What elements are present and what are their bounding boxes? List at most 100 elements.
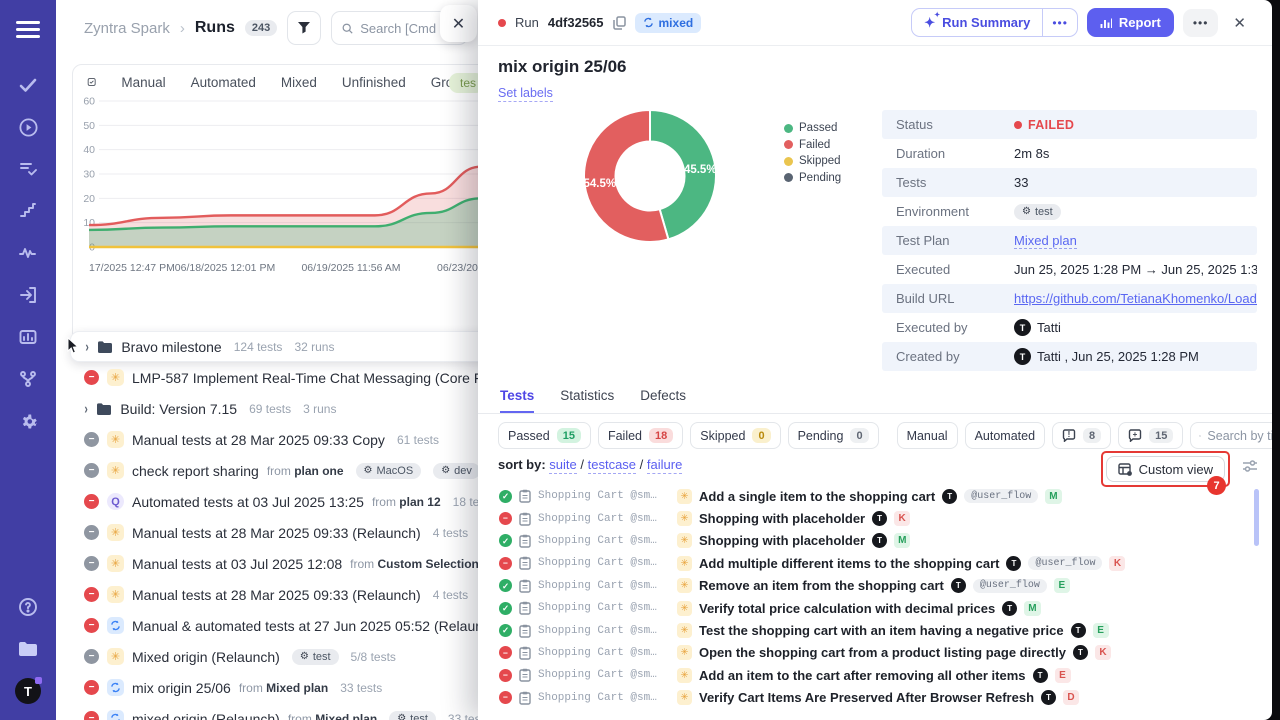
run-title[interactable]: Mixed origin (Relaunch) <box>132 649 280 665</box>
report-button[interactable]: Report <box>1087 8 1174 37</box>
view-settings-sliders-icon[interactable] <box>1242 459 1258 473</box>
runs-filter-tab-unfinished[interactable]: Unfinished <box>342 75 406 90</box>
milestones-steps-icon[interactable] <box>0 190 56 232</box>
test-row[interactable]: ✓Shopping Cart @sm…✳Shopping with placeh… <box>478 530 1272 552</box>
tab-statistics[interactable]: Statistics <box>560 388 614 413</box>
test-row[interactable]: −Shopping Cart @sm…✳Verify Cart Items Ar… <box>478 687 1272 709</box>
run-summary-more-button[interactable]: ••• <box>1042 9 1077 36</box>
breadcrumb-project[interactable]: Zyntra Spark <box>84 20 170 37</box>
test-row[interactable]: ✓Shopping Cart @sm…✳Verify total price c… <box>478 597 1272 619</box>
run-title[interactable]: mixed origin (Relaunch) <box>132 711 280 720</box>
chevron-right-icon[interactable]: › <box>84 400 87 417</box>
run-row[interactable]: −mixed origin (Relaunch)from Mixed plan⚙… <box>56 703 478 720</box>
test-row[interactable]: ✓Shopping Cart @sm…✳Remove an item from … <box>478 575 1272 597</box>
test-title[interactable]: Test the shopping cart with an item havi… <box>699 623 1064 638</box>
run-group-title[interactable]: Build: Version 7.15 <box>120 401 237 417</box>
menu-icon[interactable] <box>0 8 56 50</box>
test-title[interactable]: Shopping with placeholder <box>699 533 865 548</box>
custom-view-button[interactable]: Custom view <box>1106 456 1225 482</box>
tests-search-input[interactable] <box>1207 429 1272 443</box>
runs-filter-tab-manual[interactable]: Manual <box>121 75 165 90</box>
sign-in-icon[interactable] <box>0 274 56 316</box>
run-group-title[interactable]: Bravo milestone <box>121 339 221 355</box>
run-group-row[interactable]: ›Build: Version 7.1569 tests3 runs <box>56 393 478 424</box>
scrollbar-thumb[interactable] <box>1254 489 1259 546</box>
panel-close-button[interactable]: ✕ <box>440 5 477 42</box>
user-avatar[interactable]: T <box>15 678 41 704</box>
test-title[interactable]: Verify Cart Items Are Preserved After Br… <box>699 690 1034 705</box>
run-title[interactable]: Manual tests at 28 Mar 2025 09:33 Copy <box>132 432 385 448</box>
filter-automated-button[interactable]: Automated <box>965 422 1045 449</box>
env-filter-badge[interactable]: tes <box>449 73 478 93</box>
test-row[interactable]: ✓Shopping Cart @sm…✳Test the shopping ca… <box>478 619 1272 641</box>
run-title[interactable]: Manual tests at 03 Jul 2025 12:08 <box>132 556 342 572</box>
test-title[interactable]: Remove an item from the shopping cart <box>699 578 944 593</box>
run-title[interactable]: Manual & automated tests at 27 Jun 2025 … <box>132 618 478 634</box>
runs-play-icon[interactable] <box>0 106 56 148</box>
test-title[interactable]: Verify total price calculation with deci… <box>699 601 995 616</box>
testcases-check-icon[interactable] <box>0 64 56 106</box>
filter-comment-alert-button[interactable]: !8 <box>1052 422 1111 449</box>
test-row[interactable]: ✓Shopping Cart @sm…✳Add a single item to… <box>478 485 1272 507</box>
run-row[interactable]: −✳Mixed origin (Relaunch)⚙test5/8 tests <box>56 641 478 672</box>
filter-passed-button[interactable]: Passed15 <box>498 422 591 449</box>
help-icon[interactable] <box>0 586 56 628</box>
test-row[interactable]: −Shopping Cart @sm…✳Add an item to the c… <box>478 664 1272 686</box>
pulse-activity-icon[interactable] <box>0 232 56 274</box>
git-fork-icon[interactable] <box>0 358 56 400</box>
projects-folder-icon[interactable] <box>0 628 56 670</box>
run-group-row[interactable]: ›Bravo milestone124 tests32 runs <box>70 331 478 362</box>
list-check-icon[interactable] <box>0 148 56 190</box>
run-title[interactable]: check report sharing <box>132 463 259 479</box>
filter-pending-button[interactable]: Pending0 <box>788 422 879 449</box>
tests-search[interactable] <box>1190 422 1272 449</box>
test-title[interactable]: Add a single item to the shopping cart <box>699 489 935 504</box>
analytics-icon[interactable] <box>0 316 56 358</box>
run-row[interactable]: −✳check report sharingfrom plan one⚙MacO… <box>56 455 478 486</box>
tab-defects[interactable]: Defects <box>640 388 686 413</box>
tab-tests[interactable]: Tests <box>500 388 534 413</box>
test-row[interactable]: −Shopping Cart @sm…✳Open the shopping ca… <box>478 642 1272 664</box>
test-title[interactable]: Shopping with placeholder <box>699 511 865 526</box>
run-title[interactable]: mix origin 25/06 <box>132 680 231 696</box>
run-title[interactable]: Manual tests at 28 Mar 2025 09:33 (Relau… <box>132 587 421 603</box>
run-row[interactable]: −mix origin 25/06from Mixed plan33 tests <box>56 672 478 703</box>
sort-link-failure[interactable]: failure <box>647 457 682 474</box>
run-summary-button[interactable]: ✦✦ Run Summary <box>912 9 1042 36</box>
sort-link-suite[interactable]: suite <box>549 457 576 474</box>
run-row[interactable]: −✳Manual tests at 28 Mar 2025 09:33 Copy… <box>56 424 478 455</box>
drawer-close-button[interactable]: ✕ <box>1227 10 1252 36</box>
more-actions-button[interactable]: ••• <box>1183 9 1219 37</box>
run-row[interactable]: −Manual & automated tests at 27 Jun 2025… <box>56 610 478 641</box>
manual-test-icon: ✳ <box>677 645 692 660</box>
test-row[interactable]: −Shopping Cart @sm…✳Add multiple differe… <box>478 552 1272 574</box>
sort-link-testcase[interactable]: testcase <box>588 457 636 474</box>
detail-link[interactable]: Mixed plan <box>1014 233 1077 249</box>
test-title[interactable]: Add an item to the cart after removing a… <box>699 668 1026 683</box>
copy-run-id-button[interactable] <box>613 16 626 30</box>
run-title[interactable]: LMP-587 Implement Real-Time Chat Messagi… <box>132 370 478 386</box>
set-labels-link[interactable]: Set labels <box>498 86 553 102</box>
test-title[interactable]: Add multiple different items to the shop… <box>699 556 999 571</box>
settings-gear-icon[interactable] <box>0 400 56 442</box>
test-title[interactable]: Open the shopping cart from a product li… <box>699 645 1066 660</box>
run-title[interactable]: Automated tests at 03 Jul 2025 13:25 <box>132 494 364 510</box>
run-type-mixed-icon <box>107 679 124 696</box>
filter-comment-plus-button[interactable]: +15 <box>1118 422 1183 449</box>
runs-filter-tab-automated[interactable]: Automated <box>191 75 256 90</box>
run-row[interactable]: −✳Manual tests at 03 Jul 2025 12:08from … <box>56 548 478 579</box>
run-row[interactable]: −QAutomated tests at 03 Jul 2025 13:25fr… <box>56 486 478 517</box>
filter-button[interactable] <box>287 11 321 45</box>
run-row[interactable]: −✳Manual tests at 28 Mar 2025 09:33 (Rel… <box>56 517 478 548</box>
run-row[interactable]: −✳LMP-587 Implement Real-Time Chat Messa… <box>56 362 478 393</box>
select-all-icon[interactable] <box>87 74 96 90</box>
chevron-right-icon[interactable]: › <box>85 338 88 355</box>
run-title[interactable]: Manual tests at 28 Mar 2025 09:33 (Relau… <box>132 525 421 541</box>
filter-manual-button[interactable]: Manual <box>897 422 958 449</box>
run-row[interactable]: −✳Manual tests at 28 Mar 2025 09:33 (Rel… <box>56 579 478 610</box>
detail-link[interactable]: https://github.com/TetianaKhomenko/Load-… <box>1014 291 1257 306</box>
test-row[interactable]: −Shopping Cart @sm…✳Shopping with placeh… <box>478 507 1272 529</box>
runs-filter-tab-mixed[interactable]: Mixed <box>281 75 317 90</box>
filter-failed-button[interactable]: Failed18 <box>598 422 683 449</box>
filter-skipped-button[interactable]: Skipped0 <box>690 422 780 449</box>
